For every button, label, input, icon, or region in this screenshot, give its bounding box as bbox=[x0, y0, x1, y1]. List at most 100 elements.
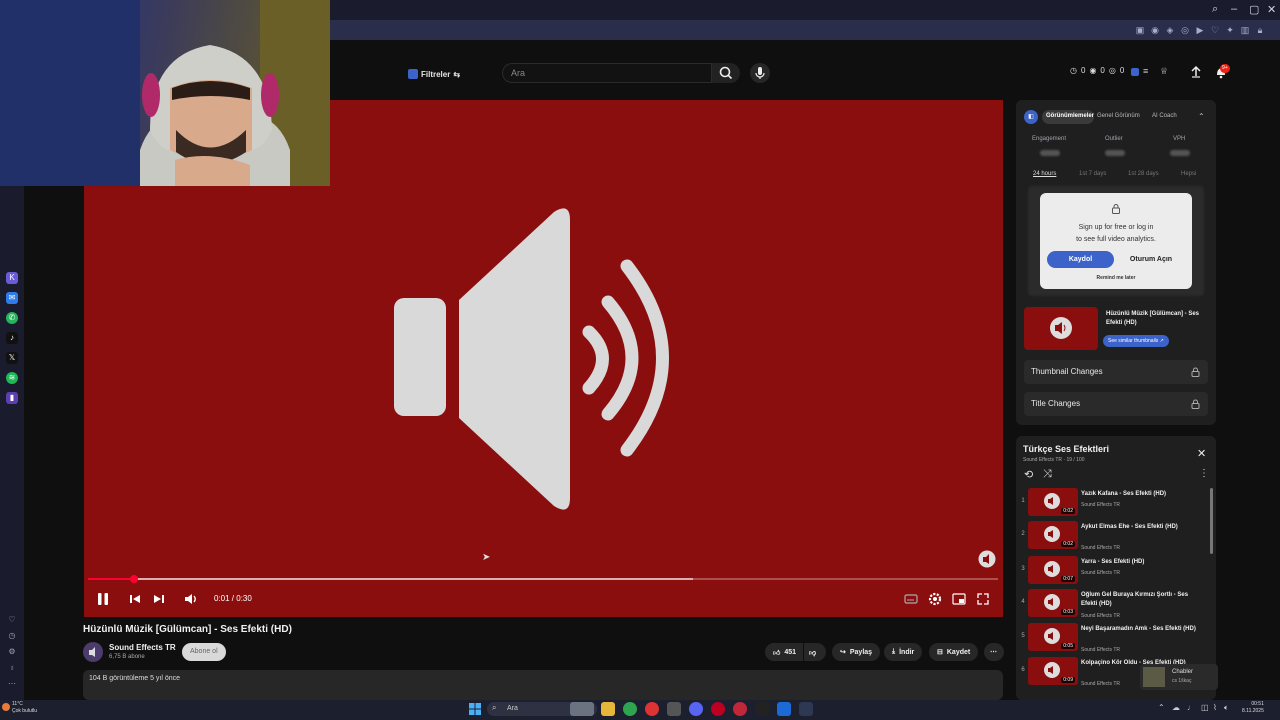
playlist-item-thumbnail[interactable]: 0:02 bbox=[1028, 488, 1078, 516]
playlist-title[interactable]: Türkçe Ses Efektleri bbox=[1023, 444, 1109, 454]
miniplayer-button[interactable] bbox=[950, 590, 968, 608]
steam-icon[interactable] bbox=[799, 702, 813, 716]
playlist-item[interactable]: 1 0:02 Yazık Kafana - Ses Efekti (HD) Sound… bbox=[1016, 488, 1216, 520]
network-icon[interactable]: ⌇ bbox=[1213, 703, 1217, 712]
playlist-item[interactable]: 4 0:03 Oğlum Gel Buraya Kırmızı Şortlı - S… bbox=[1016, 589, 1216, 621]
file-explorer-icon[interactable] bbox=[601, 702, 615, 716]
playlist-item[interactable]: 5 0:05 Neyi Başaramadın Amk - Ses Efekti (… bbox=[1016, 623, 1216, 655]
messenger-icon[interactable]: ✉ bbox=[6, 292, 18, 304]
fullscreen-button[interactable] bbox=[974, 590, 992, 608]
share-button[interactable]: ↪ Paylaş bbox=[832, 643, 881, 661]
range-24h[interactable]: 24 hours bbox=[1033, 171, 1056, 177]
register-button[interactable]: Kaydol bbox=[1047, 251, 1114, 268]
heart-icon[interactable]: ♡ bbox=[6, 614, 18, 626]
remind-later-link[interactable]: Remind me later bbox=[1060, 275, 1172, 281]
twitch-icon[interactable]: ▮ bbox=[6, 392, 18, 404]
previous-button[interactable] bbox=[126, 590, 144, 608]
extension-icon[interactable]: ◉ bbox=[1149, 24, 1161, 36]
maximize-icon[interactable]: ▢ bbox=[1249, 3, 1259, 16]
login-button[interactable]: Oturum Açın bbox=[1120, 251, 1182, 268]
upload-button[interactable] bbox=[1189, 64, 1203, 78]
terminal-icon[interactable] bbox=[755, 702, 769, 716]
range-28d[interactable]: 1st 28 days bbox=[1128, 171, 1159, 177]
speaker-icon[interactable]: 🔈︎ bbox=[1224, 703, 1229, 713]
chevron-up-icon[interactable]: ⌃ bbox=[1198, 112, 1205, 121]
app-icon[interactable] bbox=[733, 702, 747, 716]
weather-widget[interactable]: 11°C Çok bulutlu bbox=[12, 701, 37, 715]
minimize-icon[interactable]: – bbox=[1231, 3, 1237, 15]
channel-avatar[interactable] bbox=[83, 642, 103, 662]
tab-ai-coach[interactable]: AI Coach bbox=[1152, 113, 1177, 119]
pause-button[interactable] bbox=[94, 590, 112, 608]
extensions-icon[interactable]: ✦ bbox=[1224, 24, 1236, 36]
spotify-icon[interactable]: ≋ bbox=[6, 372, 18, 384]
bulb-icon[interactable]: ♁ bbox=[6, 662, 18, 674]
subtitles-button[interactable] bbox=[902, 590, 920, 608]
extension-icon[interactable]: ◎ bbox=[1179, 24, 1191, 36]
similar-thumbnails-button[interactable]: See similar thumbnails ↗ bbox=[1103, 335, 1169, 347]
dislike-button[interactable]: 👎︎ bbox=[804, 643, 826, 661]
description-box[interactable] bbox=[83, 670, 1003, 700]
search-button[interactable] bbox=[712, 63, 740, 83]
whatsapp-icon[interactable]: ✆ bbox=[6, 312, 18, 324]
video-thumbnail[interactable] bbox=[1024, 307, 1098, 350]
next-button[interactable] bbox=[150, 590, 168, 608]
filters-button[interactable]: Filtreler ⇆ bbox=[408, 66, 460, 82]
taskbar-clock[interactable]: 00:51 8.11.2025 bbox=[1242, 701, 1264, 715]
more-actions-button[interactable]: ⋯ bbox=[984, 643, 1004, 661]
award-icon[interactable]: ♕ bbox=[1160, 66, 1168, 77]
playlist-item-thumbnail[interactable]: 0:09 bbox=[1028, 657, 1078, 685]
discord-icon[interactable] bbox=[689, 702, 703, 716]
shuffle-icon[interactable]: ⤨ bbox=[1043, 468, 1052, 481]
chevron-up-icon[interactable]: ⌃ bbox=[1158, 703, 1165, 712]
close-window-icon[interactable]: ✕ bbox=[1267, 3, 1276, 16]
history-icon[interactable]: ◷ bbox=[6, 630, 18, 642]
heart-icon[interactable]: ♡ bbox=[1209, 24, 1221, 36]
tiktok-icon[interactable]: ♪ bbox=[6, 332, 18, 344]
play-extension-icon[interactable]: ▶ bbox=[1194, 24, 1206, 36]
progress-scrubber[interactable] bbox=[130, 575, 138, 583]
tab-views[interactable]: Görünümlemeler bbox=[1046, 113, 1094, 119]
playlist-menu-icon[interactable]: ⋮ bbox=[1199, 468, 1209, 479]
title-changes-row[interactable]: Title Changes bbox=[1024, 392, 1208, 416]
more-icon[interactable]: ⋯ bbox=[6, 678, 18, 690]
x-icon[interactable]: 𝕏 bbox=[6, 352, 18, 364]
lock-icon[interactable]: 🔒︎ bbox=[1254, 24, 1266, 36]
opera-gx-icon[interactable] bbox=[645, 702, 659, 716]
opera-icon[interactable] bbox=[711, 702, 725, 716]
voice-search-button[interactable] bbox=[750, 63, 770, 83]
playlist-item-thumbnail[interactable]: 0:02 bbox=[1028, 521, 1078, 549]
playlist-item-thumbnail[interactable]: 0:03 bbox=[1028, 589, 1078, 617]
subscribe-button[interactable]: Abone ol bbox=[182, 643, 226, 661]
save-button[interactable]: ⊟ Kaydet bbox=[929, 643, 979, 661]
search-input[interactable]: Ara bbox=[502, 63, 712, 83]
sidebar-toggle-icon[interactable]: ▥ bbox=[1239, 24, 1251, 36]
like-button[interactable]: 👍︎ 451 bbox=[765, 643, 803, 661]
extension-icon[interactable] bbox=[1131, 68, 1139, 76]
chrome-icon[interactable] bbox=[623, 702, 637, 716]
close-playlist-icon[interactable]: ✕ bbox=[1197, 447, 1206, 460]
playlist-item-thumbnail[interactable]: 0:05 bbox=[1028, 623, 1078, 651]
extension-icon[interactable]: ◈ bbox=[1164, 24, 1176, 36]
range-7d[interactable]: 1st 7 days bbox=[1079, 171, 1106, 177]
playlist-item[interactable]: 3 0:07 Yarra - Ses Efekti (HD) Sound Effect… bbox=[1016, 556, 1216, 588]
volume-button[interactable] bbox=[182, 590, 200, 608]
windows-start-icon[interactable] bbox=[468, 702, 482, 716]
channel-name[interactable]: Sound Effects TR bbox=[109, 643, 176, 652]
app-icon[interactable]: K bbox=[6, 272, 18, 284]
playlist-item[interactable]: 2 0:02 Aykut Elmas Ehe - Ses Efekti (HD) So… bbox=[1016, 521, 1216, 553]
browser-search-icon[interactable]: ⌕ bbox=[1212, 3, 1218, 16]
sliders-icon[interactable]: ≡ bbox=[1143, 66, 1148, 76]
settings-icon[interactable]: ⚙ bbox=[6, 646, 18, 658]
settings-button[interactable] bbox=[926, 590, 944, 608]
app-tray-icon[interactable]: ◫ bbox=[1201, 703, 1209, 712]
tab-overview[interactable]: Genel Görünüm bbox=[1097, 113, 1140, 119]
playlist-item-thumbnail[interactable]: 0:07 bbox=[1028, 556, 1078, 584]
cloud-icon[interactable]: ☁ bbox=[1172, 703, 1180, 712]
loop-icon[interactable]: ⟲ bbox=[1024, 468, 1033, 481]
download-button[interactable]: ⤓ İndir bbox=[884, 643, 923, 661]
extension-icon[interactable]: ▣ bbox=[1134, 24, 1146, 36]
app-icon[interactable] bbox=[667, 702, 681, 716]
thumbnail-changes-row[interactable]: Thumbnail Changes bbox=[1024, 360, 1208, 384]
channel-watermark-icon[interactable] bbox=[978, 550, 996, 568]
